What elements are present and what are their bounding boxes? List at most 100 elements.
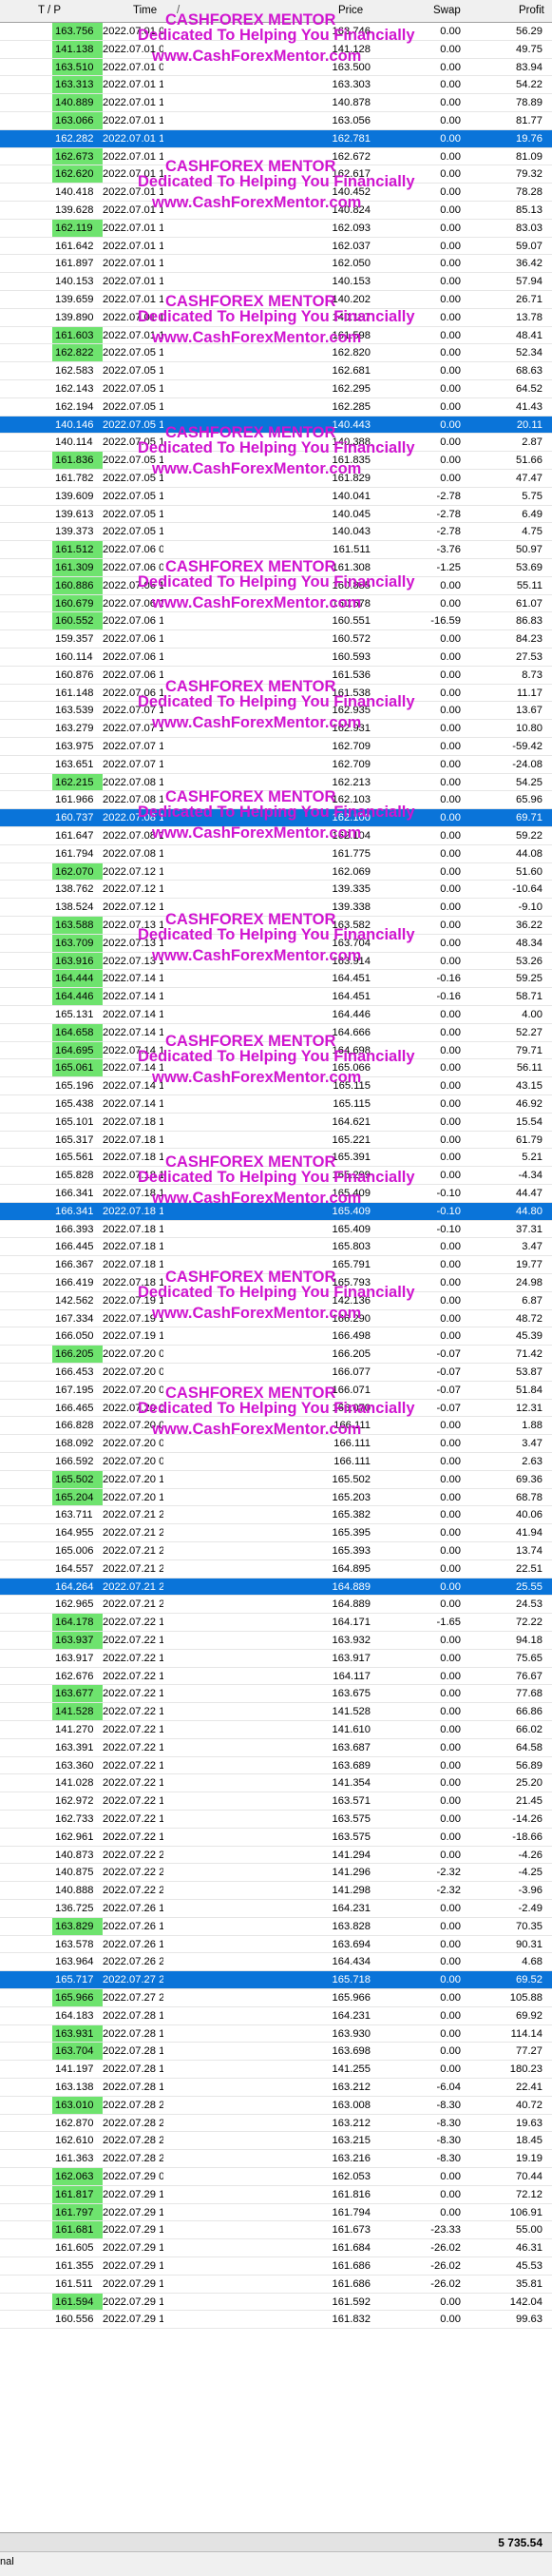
table-row[interactable]: 140.146 2022.07.05 16:15:59 140.443 0.00 20.… — [0, 416, 552, 435]
table-row[interactable]: 160.737 2022.07.08 11:17:44 162.100 0.00 69.… — [0, 809, 552, 827]
table-row[interactable]: 162.733 2022.07.22 19:47:27 163.575 0.00 -14… — [0, 1811, 552, 1829]
table-row[interactable]: 165.438 2022.07.14 10:56:54 165.115 0.00 46.… — [0, 1095, 552, 1114]
table-row[interactable]: 165.2042022.07.20 13:52:43 165.203 0.00 68.… — [0, 1488, 552, 1507]
table-row[interactable]: 166.419 2022.07.18 18:09:03 165.793 0.00 24.… — [0, 1274, 552, 1292]
table-row[interactable]: 162.6202022.07.01 15:16:54 162.617 0.00 79.… — [0, 165, 552, 184]
table-row[interactable]: 166.393 2022.07.18 15:19:52 165.409 -0.10 37… — [0, 1221, 552, 1239]
table-row[interactable]: 164.6582022.07.14 10:25:36 164.666 0.00 52.… — [0, 1023, 552, 1042]
header-price[interactable]: Price — [338, 5, 363, 16]
table-row[interactable]: 165.717 2022.07.27 21:41:49 165.718 0.00 69.… — [0, 1971, 552, 1989]
table-row[interactable]: 138.762 2022.07.12 19:25:17 139.335 0.00 -10… — [0, 881, 552, 900]
table-row[interactable]: 139.373 2022.07.05 18:58:01 140.043 -2.78 4.… — [0, 523, 552, 542]
table-row[interactable]: 164.557 2022.07.21 21:16:08 164.895 0.00 22.… — [0, 1560, 552, 1579]
table-row[interactable]: 161.5942022.07.29 11:28:33 161.592 0.00 142… — [0, 2293, 552, 2312]
table-row[interactable]: 139.659 2022.07.01 17:15:18 140.202 0.00 26.… — [0, 291, 552, 309]
table-row[interactable]: 161.3092022.07.06 08:16:07 161.308 -1.25 53… — [0, 559, 552, 577]
table-row[interactable]: 139.890 2022.07.01 17:15:22 140.187 0.00 13.… — [0, 309, 552, 327]
table-row[interactable]: 140.8892022.07.01 11:23:13 140.878 0.00 78.… — [0, 94, 552, 112]
table-row[interactable]: 163.578 2022.07.26 14:53:19 163.694 0.00 90.… — [0, 1936, 552, 1954]
table-row[interactable]: 163.9372022.07.22 13:27:05 163.932 0.00 94.… — [0, 1632, 552, 1650]
table-row[interactable]: 165.561 2022.07.18 12:23:45 165.391 0.00 5.2… — [0, 1149, 552, 1168]
table-row[interactable]: 161.647 2022.07.08 11:17:46 162.104 0.00 59.… — [0, 827, 552, 845]
header-tp[interactable]: T / P — [38, 5, 61, 16]
table-row[interactable]: 164.1782022.07.22 10:30:15 164.171 -1.65 72… — [0, 1614, 552, 1632]
table-row[interactable]: 166.465 2022.07.20 06:02:31 166.070 -0.07 12… — [0, 1400, 552, 1418]
table-row[interactable]: 161.794 2022.07.08 11:24:46 161.775 0.00 44.… — [0, 845, 552, 863]
table-row[interactable]: 166.453 2022.07.20 06:02:27 166.077 -0.07 53… — [0, 1364, 552, 1382]
table-row[interactable]: 162.965 2022.07.21 21:19:08 164.889 0.00 24.… — [0, 1596, 552, 1615]
table-row[interactable]: 163.3132022.07.01 10:18:52 163.303 0.00 54.… — [0, 76, 552, 95]
table-row[interactable]: 163.917 2022.07.22 13:27:10 163.917 0.00 75.… — [0, 1650, 552, 1668]
table-row[interactable]: 160.8862022.07.06 14:45:53 160.885 0.00 55.… — [0, 576, 552, 595]
table-row[interactable]: 161.148 2022.07.06 19:25:39 161.538 0.00 11.… — [0, 685, 552, 703]
table-row[interactable]: 161.8362022.07.05 18:04:51 161.835 0.00 51.… — [0, 452, 552, 470]
table-row[interactable]: 162.0702022.07.12 11:15:57 162.069 0.00 51.… — [0, 862, 552, 881]
table-row[interactable]: 163.391 2022.07.22 16:00:34 163.687 0.00 64.… — [0, 1739, 552, 1757]
table-row[interactable]: 163.711 2022.07.21 21:10:05 165.382 0.00 40.… — [0, 1506, 552, 1525]
table-row[interactable]: 140.888 2022.07.22 21:53:03 141.298 -2.32 -3… — [0, 1882, 552, 1900]
table-row[interactable]: 165.317 2022.07.18 12:15:06 165.221 0.00 61.… — [0, 1132, 552, 1150]
table-row[interactable]: 165.828 2022.07.18 12:23:45 165.299 0.00 -4.… — [0, 1167, 552, 1185]
table-row[interactable]: 161.642 2022.07.01 17:10:18 162.037 0.00 59.… — [0, 238, 552, 256]
table-row[interactable]: 161.355 2022.07.29 11:27:12 161.686 -26.02 4… — [0, 2257, 552, 2276]
table-row[interactable]: 162.194 2022.07.05 16:15:29 162.285 0.00 41.… — [0, 398, 552, 416]
table-row[interactable]: 167.334 2022.07.19 17:36:35 166.290 0.00 48.… — [0, 1310, 552, 1328]
table-row[interactable]: 163.5102022.07.01 08:03:17 163.500 0.00 83.… — [0, 58, 552, 77]
table-row[interactable]: 162.610 2022.07.28 20:51:24 163.215 -8.30 18… — [0, 2132, 552, 2151]
table-row[interactable]: 166.367 2022.07.18 18:07:50 165.791 0.00 19.… — [0, 1256, 552, 1274]
table-row[interactable]: 139.628 2022.07.01 16:24:38 140.824 0.00 85.… — [0, 202, 552, 220]
table-row[interactable]: 162.676 2022.07.22 13:47:21 164.117 0.00 76.… — [0, 1668, 552, 1686]
table-row[interactable]: 163.7092022.07.13 17:48:53 163.704 0.00 48.… — [0, 934, 552, 953]
table-row[interactable]: 163.279 2022.07.07 11:14:11 162.931 0.00 10.… — [0, 720, 552, 738]
table-row[interactable]: 141.270 2022.07.22 15:56:01 141.610 0.00 66.… — [0, 1721, 552, 1739]
table-row[interactable]: 160.6792022.07.06 15:17:49 160.678 0.00 61.… — [0, 594, 552, 613]
table-row[interactable]: 163.8292022.07.26 13:22:03 163.828 0.00 70.… — [0, 1917, 552, 1936]
table-row[interactable]: 161.605 2022.07.29 11:27:10 161.684 -26.02 4… — [0, 2239, 552, 2257]
table-row[interactable]: 161.8172022.07.29 11:18:57 161.816 0.00 72.… — [0, 2185, 552, 2204]
table-row[interactable]: 165.131 2022.07.14 10:22:50 164.446 0.00 4.0… — [0, 1006, 552, 1024]
table-row[interactable]: 163.360 2022.07.22 16:00:33 163.689 0.00 56.… — [0, 1757, 552, 1775]
table-row[interactable]: 161.7972022.07.29 11:19:00 161.794 0.00 106… — [0, 2203, 552, 2222]
table-row[interactable]: 164.4442022.07.14 10:01:11 164.451 -0.16 59… — [0, 970, 552, 989]
table-row[interactable]: 162.1192022.07.01 17:03:58 162.093 0.00 83.… — [0, 219, 552, 238]
table-row[interactable]: 161.966 2022.07.08 11:17:43 162.103 0.00 65.… — [0, 791, 552, 810]
table-row[interactable]: 139.613 2022.07.05 18:57:59 140.045 -2.78 6.… — [0, 506, 552, 524]
table-row[interactable]: 163.651 2022.07.07 14:16:11 162.709 0.00 -24… — [0, 756, 552, 774]
table-row[interactable]: 165.0612022.07.14 10:56:34 165.066 0.00 56.… — [0, 1059, 552, 1078]
table-row[interactable]: 166.592 2022.07.20 06:13:49 166.111 0.00 2.6… — [0, 1453, 552, 1471]
table-row[interactable]: 138.524 2022.07.12 19:25:19 139.338 0.00 -9.… — [0, 899, 552, 917]
table-row[interactable]: 167.195 2022.07.20 06:02:29 166.071 -0.07 51… — [0, 1382, 552, 1400]
header-time[interactable]: Time — [133, 5, 157, 16]
table-row[interactable]: 141.028 2022.07.22 17:03:52 141.354 0.00 25.… — [0, 1774, 552, 1793]
table-row[interactable]: 163.5882022.07.13 14:58:53 163.582 0.00 36.… — [0, 917, 552, 935]
table-row[interactable]: 164.264 2022.07.21 21:18:09 164.889 0.00 25.… — [0, 1578, 552, 1597]
table-row[interactable]: 166.050 2022.07.19 17:36:38 166.498 0.00 45.… — [0, 1327, 552, 1346]
table-row[interactable]: 140.114 2022.07.05 17:16:39 140.388 0.00 2.8… — [0, 434, 552, 453]
table-row[interactable]: 140.873 2022.07.22 21:53:00 141.294 0.00 -4.… — [0, 1847, 552, 1865]
table-row[interactable]: 163.6772022.07.22 14:47:50 163.675 0.00 77.… — [0, 1685, 552, 1704]
table-row[interactable]: 161.6032022.07.01 17:32:10 161.598 0.00 48.… — [0, 326, 552, 345]
table-row[interactable]: 164.6952022.07.14 10:25:47 164.698 0.00 79.… — [0, 1041, 552, 1060]
table-row[interactable]: 161.6812022.07.29 11:19:19 161.673 -23.33 5… — [0, 2221, 552, 2240]
table-row[interactable]: 163.539 2022.07.07 11:14:07 162.935 0.00 13.… — [0, 702, 552, 721]
table-row[interactable]: 162.972 2022.07.22 19:47:23 163.571 0.00 21.… — [0, 1792, 552, 1811]
table-row[interactable]: 162.6732022.07.01 15:16:22 162.672 0.00 81.… — [0, 147, 552, 166]
table-row[interactable]: 142.562 2022.07.19 15:38:35 142.136 0.00 6.8… — [0, 1292, 552, 1310]
table-row[interactable]: 164.183 2022.07.28 13:56:38 164.231 0.00 69.… — [0, 2007, 552, 2025]
table-row[interactable]: 162.143 2022.07.05 16:14:13 162.295 0.00 64.… — [0, 380, 552, 398]
table-row[interactable]: 164.955 2022.07.21 21:10:07 165.395 0.00 41.… — [0, 1524, 552, 1542]
table-row[interactable]: 162.8222022.07.05 15:22:03 162.820 0.00 52.… — [0, 344, 552, 363]
table-row[interactable]: 160.876 2022.07.06 19:25:37 161.536 0.00 8.7… — [0, 667, 552, 685]
table-row[interactable]: 141.5282022.07.22 15:41:38141.5280.0066.… — [0, 1703, 552, 1721]
table-row[interactable]: 168.092 2022.07.20 06:13:47 166.111 0.00 3.4… — [0, 1435, 552, 1453]
table-row[interactable]: 141.1382022.07.01 07:26:26 141.128 0.00 49.… — [0, 40, 552, 59]
table-row[interactable]: 162.961 2022.07.22 19:47:28 163.575 0.00 -18… — [0, 1829, 552, 1847]
table-row[interactable]: 161.363 2022.07.28 20:51:26 163.216 -8.30 19… — [0, 2150, 552, 2168]
table-row[interactable]: 140.875 2022.07.22 21:53:01 141.296 -2.32 -4… — [0, 1864, 552, 1883]
table-row[interactable]: 159.357 2022.07.06 15:31:45 160.572 0.00 84.… — [0, 630, 552, 649]
table-row[interactable]: 164.4462022.07.14 10:01:11 164.451 -0.16 58… — [0, 988, 552, 1006]
table-row[interactable]: 160.114 2022.07.06 15:39:56 160.593 0.00 27.… — [0, 649, 552, 667]
table-row[interactable]: 166.828 2022.07.20 06:13:42 166.111 0.00 1.8… — [0, 1417, 552, 1436]
table-row[interactable]: 160.556 2022.07.29 11:57:04 161.832 0.00 99.… — [0, 2311, 552, 2330]
table-row[interactable]: 165.9662022.07.27 21:53:42165.9660.00105… — [0, 1989, 552, 2007]
